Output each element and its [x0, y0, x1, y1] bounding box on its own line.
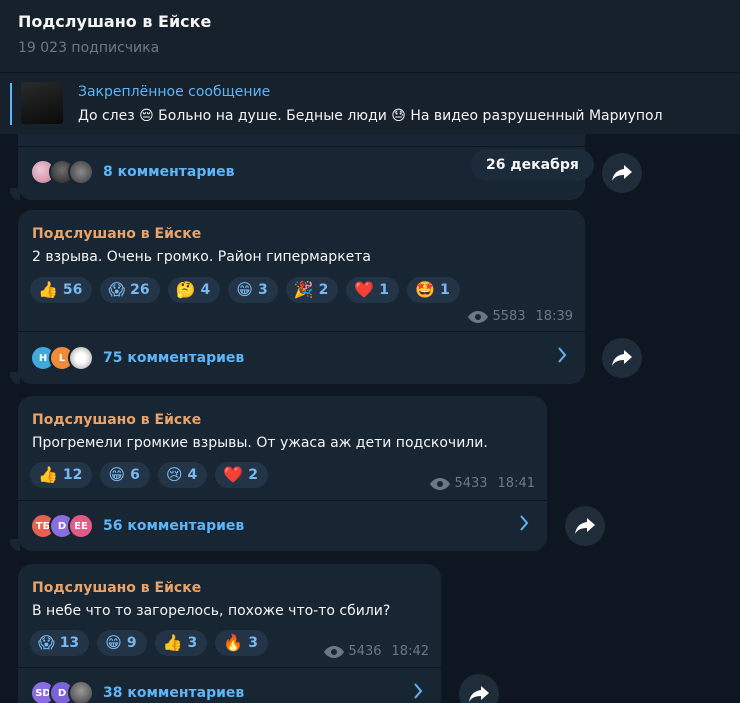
channel-header[interactable]: Подслушано в Ейске 19 023 подписчика [0, 0, 740, 72]
reaction-scream[interactable]: 😱 26 [100, 277, 160, 303]
commenter-avatars [30, 159, 94, 185]
message-bubble: Подслушано в Ейске 2 взрыва. Очень громк… [18, 210, 585, 384]
message-bubble: Подслушано в Ейске В небе что то загорел… [18, 564, 441, 703]
post-text: В небе что то загорелось, похоже что-то … [32, 603, 391, 619]
share-button[interactable] [565, 506, 605, 546]
bubble-tail [10, 539, 20, 551]
message-bubble: Подслушано в Ейске Прогремели громкие вз… [18, 396, 547, 551]
view-count: 5433 [454, 476, 488, 491]
commenter-avatars: SD D [30, 680, 94, 703]
share-arrow-icon [575, 518, 595, 534]
post-time: 18:42 [391, 644, 429, 659]
eye-icon [430, 477, 451, 490]
channel-title: Подслушано в Ейске [18, 12, 212, 31]
share-arrow-icon [612, 350, 632, 366]
share-button[interactable] [602, 338, 642, 378]
comments-button[interactable]: H L 75 комментариев [30, 345, 244, 371]
post-author: Подслушано в Ейске [32, 226, 202, 242]
post-author: Подслушано в Ейске [32, 412, 202, 428]
avatar: EE [68, 513, 94, 539]
chevron-right-icon[interactable] [519, 515, 529, 535]
avatar [68, 680, 94, 703]
reaction-scream[interactable]: 😱 13 [30, 630, 90, 656]
commenter-avatars: ТБ D EE [30, 513, 94, 539]
pinned-thumbnail [21, 82, 63, 124]
commenter-avatars: H L [30, 345, 94, 371]
share-button[interactable] [459, 674, 499, 703]
post-meta: 5433 18:41 [430, 476, 535, 491]
pinned-title: Закреплённое сообщение [78, 84, 271, 100]
share-arrow-icon [469, 686, 489, 702]
reaction-thumbs-up[interactable]: 👍 56 [30, 277, 93, 303]
post-text: Прогремели громкие взрывы. От ужаса аж д… [32, 435, 488, 451]
post-author: Подслушано в Ейске [32, 580, 202, 596]
reaction-cry[interactable]: 😢 4 [157, 462, 208, 488]
reactions-row: 👍 12 😁 6 😢 4 ❤️ 2 [30, 462, 268, 488]
bubble-tail [10, 188, 20, 200]
reaction-fire[interactable]: 🔥 3 [215, 630, 268, 656]
comments-count: 38 комментариев [103, 685, 245, 701]
pinned-text: До слез 😔 Больно на душе. Бедные люди 😓 … [78, 108, 663, 124]
reaction-grin[interactable]: 😁 3 [228, 277, 278, 303]
chevron-right-icon[interactable] [413, 683, 423, 703]
comments-button[interactable]: SD D 38 комментариев [30, 680, 244, 703]
reaction-thumbs-up[interactable]: 👍 3 [154, 630, 208, 656]
reaction-grin[interactable]: 😁 9 [97, 630, 147, 656]
post-time: 18:39 [535, 309, 573, 324]
reaction-heart[interactable]: ❤️ 2 [215, 462, 268, 488]
bubble-tail [10, 372, 20, 384]
view-count: 5436 [348, 644, 382, 659]
post-time: 18:41 [497, 476, 535, 491]
share-arrow-icon [612, 165, 632, 181]
comments-button[interactable]: 8 комментариев [30, 159, 235, 185]
avatar [68, 159, 94, 185]
avatar [68, 345, 94, 371]
reaction-thinking[interactable]: 🤔 4 [167, 277, 221, 303]
reactions-row: 👍 56 😱 26 🤔 4 😁 3 🎉 2 ❤️ 1 🤩 1 [30, 277, 460, 303]
comments-count: 8 комментариев [103, 164, 235, 180]
view-count: 5583 [492, 309, 526, 324]
pinned-message-bar[interactable]: Закреплённое сообщение До слез 😔 Больно … [0, 72, 740, 134]
chevron-right-icon[interactable] [557, 347, 567, 367]
reaction-star-struck[interactable]: 🤩 1 [407, 277, 460, 303]
post-text: 2 взрыва. Очень громко. Район гипермарке… [32, 249, 372, 265]
comments-count: 75 комментариев [103, 350, 245, 366]
reaction-thumbs-up[interactable]: 👍 12 [30, 462, 93, 488]
date-chip: 26 декабря [471, 149, 594, 181]
comments-button[interactable]: ТБ D EE 56 комментариев [30, 513, 244, 539]
reaction-grin[interactable]: 😁 6 [100, 462, 150, 488]
share-button[interactable] [602, 153, 642, 193]
post-meta: 5436 18:42 [324, 644, 429, 659]
post-meta: 5583 18:39 [468, 309, 573, 324]
eye-icon [324, 645, 345, 658]
subscriber-count: 19 023 подписчика [18, 40, 160, 56]
comments-count: 56 комментариев [103, 518, 245, 534]
reactions-row: 😱 13 😁 9 👍 3 🔥 3 [30, 630, 268, 656]
reaction-heart[interactable]: ❤️ 1 [346, 277, 400, 303]
reaction-party[interactable]: 🎉 2 [285, 277, 339, 303]
pinned-indicator [10, 83, 12, 125]
eye-icon [468, 310, 489, 323]
